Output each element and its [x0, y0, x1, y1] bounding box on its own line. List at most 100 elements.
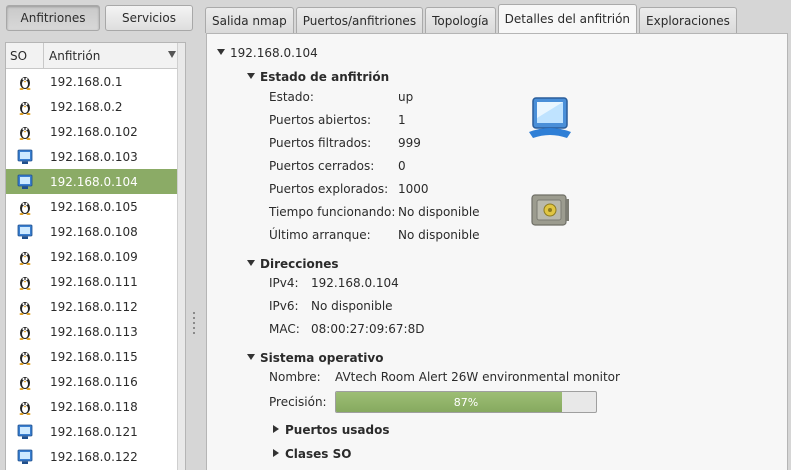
collapsed-arrow-icon — [273, 449, 279, 457]
host-ip: 192.168.0.113 — [50, 324, 138, 339]
host-rows: 192.168.0.1 192.168.0.2 192.168.0.102 192.1… — [6, 69, 185, 469]
status-label: Puertos cerrados: — [269, 159, 375, 173]
address-value: 08:00:27:09:67:8D — [311, 322, 425, 336]
tab-1[interactable]: Puertos/anfitriones — [295, 7, 424, 33]
linux-penguin-icon — [6, 74, 44, 90]
sort-descending-icon — [168, 51, 176, 58]
linux-penguin-icon — [6, 374, 44, 390]
tab-2[interactable]: Topología — [425, 7, 496, 33]
host-row[interactable]: 192.168.0.1 — [6, 69, 185, 94]
host-row[interactable]: 192.168.0.103 — [6, 144, 185, 169]
column-header-host[interactable]: Anfitrión — [44, 43, 185, 68]
host-ip: 192.168.0.121 — [50, 424, 138, 439]
os-accuracy-label: Precisión: — [269, 395, 327, 409]
tab-3[interactable]: Detalles del anfitrión — [497, 4, 638, 33]
host-row[interactable]: 192.168.0.102 — [6, 119, 185, 144]
host-row[interactable]: 192.168.0.105 — [6, 194, 185, 219]
address-label: IPv4: — [269, 276, 299, 290]
linux-penguin-icon — [6, 199, 44, 215]
host-ip: 192.168.0.108 — [50, 224, 138, 239]
linux-penguin-icon — [6, 324, 44, 340]
splitter-grip-icon — [193, 312, 196, 337]
status-value: No disponible — [398, 205, 480, 219]
host-row[interactable]: 192.168.0.113 — [6, 319, 185, 344]
host-row[interactable]: 192.168.0.2 — [6, 94, 185, 119]
host-ip: 192.168.0.122 — [50, 449, 138, 464]
tab-0[interactable]: Salida nmap — [205, 7, 294, 33]
ports-used-expander[interactable]: Puertos usados — [273, 423, 389, 437]
host-ip: 192.168.0.116 — [50, 374, 138, 389]
host-ip: 192.168.0.103 — [50, 149, 138, 164]
os-name-label: Nombre: — [269, 370, 321, 384]
host-ip: 192.168.0.112 — [50, 299, 138, 314]
status-label: Último arranque: — [269, 228, 371, 242]
status-section-title: Estado de anfitrión — [260, 70, 390, 84]
status-section-header[interactable]: Estado de anfitrión — [247, 70, 389, 84]
os-accuracy-text: 87% — [453, 396, 479, 409]
host-ip: 192.168.0.115 — [50, 349, 138, 364]
host-row[interactable]: 192.168.0.121 — [6, 419, 185, 444]
hosts-view-button[interactable]: Anfitriones — [6, 5, 100, 31]
linux-penguin-icon — [6, 99, 44, 115]
address-label: MAC: — [269, 322, 300, 336]
host-ip: 192.168.0.105 — [50, 199, 138, 214]
linux-penguin-icon — [6, 399, 44, 415]
addresses-section-header[interactable]: Direcciones — [247, 257, 339, 271]
host-ip: 192.168.0.2 — [50, 99, 123, 114]
pane-splitter[interactable] — [188, 42, 201, 470]
host-ip: 192.168.0.104 — [50, 174, 138, 189]
os-accuracy-bar: 87% — [335, 391, 597, 413]
status-value: No disponible — [398, 228, 480, 242]
services-view-button[interactable]: Servicios — [105, 5, 193, 31]
addresses-section-title: Direcciones — [260, 257, 339, 271]
view-toggle: Anfitriones Servicios — [6, 5, 193, 31]
address-value: 192.168.0.104 — [311, 276, 399, 290]
os-classes-expander[interactable]: Clases SO — [273, 447, 351, 461]
host-row[interactable]: 192.168.0.109 — [6, 244, 185, 269]
tab-4[interactable]: Exploraciones — [639, 7, 737, 33]
monitor-icon — [6, 449, 44, 465]
expand-arrow-icon — [247, 260, 255, 266]
host-row[interactable]: 192.168.0.104 — [6, 169, 185, 194]
host-list-header: SO Anfitrión — [6, 43, 185, 69]
address-label: IPv6: — [269, 299, 299, 313]
host-row[interactable]: 192.168.0.108 — [6, 219, 185, 244]
column-header-os[interactable]: SO — [6, 43, 44, 68]
os-section-title: Sistema operativo — [260, 351, 384, 365]
safe-icon — [529, 191, 571, 232]
status-value: 1000 — [398, 182, 429, 196]
status-value: 999 — [398, 136, 421, 150]
host-list: SO Anfitrión 192.168.0.1 192.168.0.2 192.1… — [5, 42, 186, 470]
column-header-host-label: Anfitrión — [49, 48, 101, 63]
host-details-panel: 192.168.0.104 Estado de anfitrión Direcc… — [206, 33, 788, 470]
host-row[interactable]: 192.168.0.111 — [6, 269, 185, 294]
monitor-icon — [527, 96, 573, 143]
host-row[interactable]: 192.168.0.122 — [6, 444, 185, 469]
host-header[interactable]: 192.168.0.104 — [217, 46, 318, 60]
host-list-scrollbar[interactable] — [177, 43, 185, 470]
collapsed-arrow-icon — [273, 425, 279, 433]
linux-penguin-icon — [6, 299, 44, 315]
host-row[interactable]: 192.168.0.112 — [6, 294, 185, 319]
monitor-icon — [6, 174, 44, 190]
host-row[interactable]: 192.168.0.118 — [6, 394, 185, 419]
host-row[interactable]: 192.168.0.116 — [6, 369, 185, 394]
monitor-icon — [6, 149, 44, 165]
host-row[interactable]: 192.168.0.115 — [6, 344, 185, 369]
monitor-icon — [6, 224, 44, 240]
status-value: 0 — [398, 159, 406, 173]
host-title: 192.168.0.104 — [230, 46, 318, 60]
linux-penguin-icon — [6, 249, 44, 265]
linux-penguin-icon — [6, 124, 44, 140]
status-label: Puertos abiertos: — [269, 113, 372, 127]
result-tabs: Salida nmap Puertos/anfitriones Topología D… — [205, 4, 737, 33]
address-value: No disponible — [311, 299, 393, 313]
os-section-header[interactable]: Sistema operativo — [247, 351, 383, 365]
expand-arrow-icon — [247, 354, 255, 360]
status-label: Tiempo funcionando: — [269, 205, 396, 219]
ports-used-label: Puertos usados — [285, 423, 390, 437]
host-ip: 192.168.0.102 — [50, 124, 138, 139]
expand-arrow-icon — [217, 49, 225, 55]
os-name-value: AVtech Room Alert 26W environmental moni… — [335, 370, 620, 384]
host-ip: 192.168.0.118 — [50, 399, 138, 414]
